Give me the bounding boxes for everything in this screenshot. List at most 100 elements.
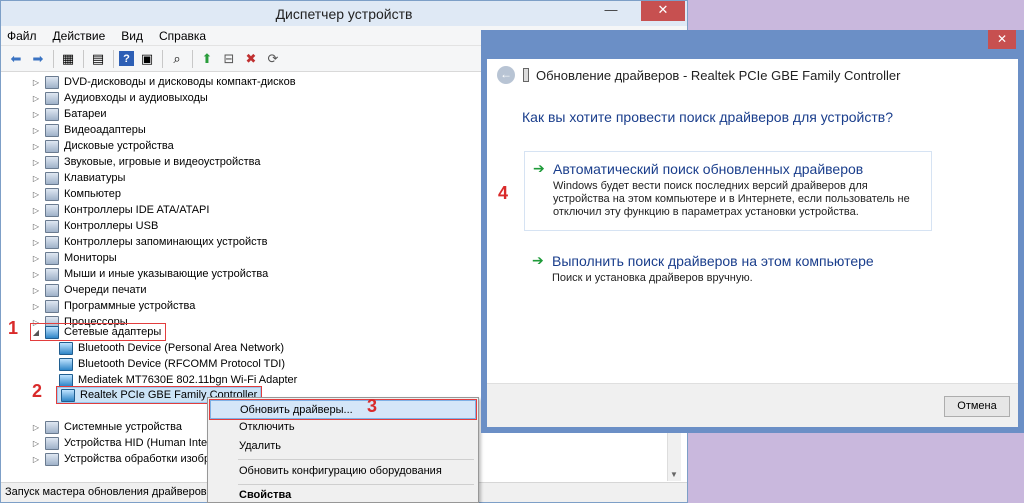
option-manual-search[interactable]: ➔ Выполнить поиск драйверов на этом комп… xyxy=(524,247,932,297)
expand-icon[interactable]: ▷ xyxy=(31,222,41,231)
expand-icon[interactable]: ▷ xyxy=(31,94,41,103)
tree-node[interactable]: ▷ Контроллеры IDE ATA/ATAPI xyxy=(31,202,209,218)
menu-file[interactable]: Файл xyxy=(7,29,37,43)
scan-changes-icon[interactable]: ⟳ xyxy=(264,50,282,68)
tree-node-label: Контроллеры IDE ATA/ATAPI xyxy=(64,204,210,216)
option-auto-search[interactable]: ➔ Автоматический поиск обновленных драйв… xyxy=(524,151,932,231)
close-button[interactable]: ✕ xyxy=(641,1,685,21)
expand-icon[interactable]: ▷ xyxy=(31,190,41,199)
tree-node-label: Дисковые устройства xyxy=(64,140,174,152)
expand-icon[interactable]: ▷ xyxy=(31,254,41,263)
vertical-scrollbar[interactable]: ▼ xyxy=(667,433,681,481)
properties-icon[interactable]: ▤ xyxy=(89,50,107,68)
back-icon[interactable]: ⬅ xyxy=(7,50,25,68)
tree-node[interactable]: ▷ Дисковые устройства xyxy=(31,138,174,154)
tree-node-child[interactable]: Bluetooth Device (Personal Area Network) xyxy=(59,340,284,356)
expand-icon[interactable]: ▷ xyxy=(31,302,41,311)
expand-icon[interactable]: ▷ xyxy=(31,423,41,432)
tree-node[interactable]: ▷ DVD-дисководы и дисководы компакт-диско… xyxy=(31,74,296,90)
tree-node[interactable]: ▷ Компьютер xyxy=(31,186,121,202)
tree-node-label: Контроллеры запоминающих устройств xyxy=(64,236,268,248)
cancel-button[interactable]: Отмена xyxy=(944,396,1010,417)
tree-node-label: Программные устройства xyxy=(64,300,196,312)
tree-node-network-adapters[interactable]: ◢ Сетевые адаптеры xyxy=(29,323,167,341)
back-arrow-icon[interactable]: ← xyxy=(497,66,515,84)
toolbar-separator xyxy=(113,49,114,68)
menu-item-update-drivers[interactable]: Обновить драйверы... xyxy=(209,399,477,420)
update-driver-icon[interactable]: ⬆ xyxy=(198,50,216,68)
tree-node-label: Видеоадаптеры xyxy=(64,124,146,136)
toolbar-separator xyxy=(83,49,84,68)
menu-item-uninstall[interactable]: Удалить xyxy=(210,437,476,456)
tree-node[interactable]: ▷ Контроллеры USB xyxy=(31,218,158,234)
tree-node-child[interactable]: Mediatek MT7630E 802.11bgn Wi-Fi Adapter xyxy=(59,372,297,388)
dialog-close-button[interactable]: ✕ xyxy=(988,30,1016,49)
green-arrow-icon: ➔ xyxy=(533,160,545,176)
device-icon xyxy=(523,68,529,82)
tree-node[interactable]: ▷ Звуковые, игровые и видеоустройства xyxy=(31,154,261,170)
annotation-step-1: 1 xyxy=(8,318,19,338)
tree-node[interactable]: ▷ Очереди печати xyxy=(31,282,147,298)
expand-icon[interactable]: ▷ xyxy=(31,439,41,448)
menu-view[interactable]: Вид xyxy=(121,29,143,43)
tree-node[interactable]: ▷ Программные устройства xyxy=(31,298,195,314)
menu-action[interactable]: Действие xyxy=(53,29,106,43)
menu-item-properties[interactable]: Свойства xyxy=(210,486,476,503)
tree-node[interactable]: ▷ Мониторы xyxy=(31,250,117,266)
tree-node[interactable]: ▷ Устройства HID (Human Interfa xyxy=(31,435,220,451)
network-adapter-icon xyxy=(59,341,73,355)
sound-device-icon xyxy=(45,155,59,169)
toolbar-separator xyxy=(192,49,193,68)
menu-help[interactable]: Справка xyxy=(159,29,206,43)
tree-node[interactable]: ▷ Видеоадаптеры xyxy=(31,122,146,138)
annotation-step-3: 3 xyxy=(367,396,378,416)
tree-node-label: Mediatek MT7630E 802.11bgn Wi-Fi Adapter xyxy=(78,374,298,386)
collapse-icon[interactable]: ◢ xyxy=(31,328,41,337)
keyboard-icon xyxy=(45,171,59,185)
tree-node[interactable]: ▷ Клавиатуры xyxy=(31,170,125,186)
minimize-button[interactable]: — xyxy=(597,1,625,21)
network-adapter-icon xyxy=(45,325,59,339)
expand-icon[interactable]: ▷ xyxy=(31,110,41,119)
tree-node-label: Контроллеры USB xyxy=(64,220,159,232)
toolbar-separator xyxy=(53,49,54,68)
tree-node[interactable]: ▷ Устройства обработки изобраз xyxy=(31,451,221,467)
tree-node[interactable]: ▷ Аудиовходы и аудиовыходы xyxy=(31,90,208,106)
tree-node[interactable]: ▷ Батареи xyxy=(31,106,107,122)
menu-item-disable[interactable]: Отключить xyxy=(210,418,476,437)
expand-icon[interactable]: ▷ xyxy=(31,270,41,279)
expand-icon[interactable]: ▷ xyxy=(31,455,41,464)
expand-icon[interactable]: ▷ xyxy=(31,142,41,151)
action-pane-icon[interactable]: ▣ xyxy=(138,50,156,68)
expand-icon[interactable]: ▷ xyxy=(31,126,41,135)
disable-device-icon[interactable]: ⊟ xyxy=(220,50,238,68)
dialog-header: ← Обновление драйверов - Realtek PCIe GB… xyxy=(497,66,900,84)
tree-node-child[interactable]: Bluetooth Device (RFCOMM Protocol TDI) xyxy=(59,356,285,372)
display-adapter-icon xyxy=(45,123,59,137)
toolbar-separator xyxy=(162,49,163,68)
uninstall-device-icon[interactable]: ✖ xyxy=(242,50,260,68)
option-description: Поиск и установка драйверов вручную. xyxy=(552,272,753,284)
menu-item-scan-hardware[interactable]: Обновить конфигурацию оборудования xyxy=(210,462,476,481)
forward-icon[interactable]: ➡ xyxy=(29,50,47,68)
update-driver-dialog: ✕ ← Обновление драйверов - Realtek PCIe … xyxy=(481,30,1024,433)
disk-drive-icon xyxy=(45,139,59,153)
scroll-down-icon[interactable]: ▼ xyxy=(670,470,678,479)
expand-icon[interactable]: ▷ xyxy=(31,174,41,183)
menu-separator xyxy=(238,459,474,460)
help-icon[interactable]: ? xyxy=(119,51,134,66)
option-title: Автоматический поиск обновленных драйвер… xyxy=(553,161,864,177)
expand-icon[interactable]: ▷ xyxy=(31,78,41,87)
expand-icon[interactable]: ▷ xyxy=(31,158,41,167)
network-adapter-icon xyxy=(59,373,73,387)
tree-node[interactable]: ▷ Контроллеры запоминающих устройств xyxy=(31,234,267,250)
expand-icon[interactable]: ▷ xyxy=(31,286,41,295)
tree-node[interactable]: ▷ Мыши и иные указывающие устройства xyxy=(31,266,268,282)
tree-node[interactable]: ▷ Системные устройства xyxy=(31,419,182,435)
console-tree-icon[interactable]: ▦ xyxy=(59,50,77,68)
expand-icon[interactable]: ▷ xyxy=(31,238,41,247)
scan-hardware-icon[interactable]: ⌕ xyxy=(168,50,186,68)
tree-node-label: Сетевые адаптеры xyxy=(64,326,162,338)
expand-icon[interactable]: ▷ xyxy=(31,206,41,215)
tree-node-label: Клавиатуры xyxy=(64,172,126,184)
